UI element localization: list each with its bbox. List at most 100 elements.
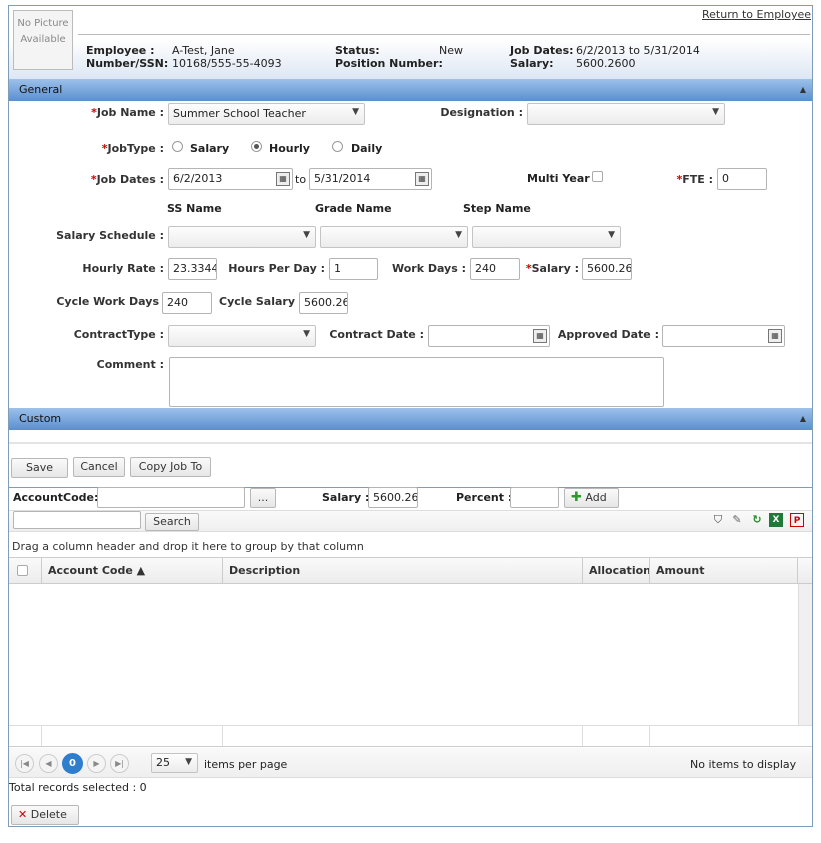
grid-search-input[interactable]	[13, 511, 141, 529]
grid-footer-row	[9, 725, 812, 747]
chevron-down-icon: ▼	[352, 107, 359, 117]
footer-col-divider	[582, 726, 583, 746]
save-button[interactable]: Save	[11, 458, 68, 478]
delete-x-icon: ✕	[18, 808, 28, 821]
fte-label-text: FTE :	[682, 173, 713, 186]
column-account-code[interactable]: Account Code ▲	[41, 558, 222, 583]
cycle-work-days-input[interactable]: 240	[162, 292, 212, 314]
custom-section-body	[9, 430, 812, 444]
multi-year-checkbox[interactable]	[592, 171, 603, 182]
salary-input[interactable]: 5600.26	[582, 258, 632, 280]
current-page-button[interactable]: 0	[62, 753, 83, 774]
cycle-salary-label: Cycle Salary	[219, 295, 295, 308]
start-date-input[interactable]: 6/2/2013 ▦	[168, 168, 293, 190]
previous-page-icon[interactable]: ◀	[39, 754, 58, 773]
jobtype-salary-radio[interactable]	[172, 141, 183, 152]
chevron-down-icon: ▼	[303, 230, 310, 240]
footer-col-divider	[649, 726, 650, 746]
grade-name-select[interactable]: ▼	[320, 226, 468, 248]
chevron-down-icon: ▼	[712, 107, 719, 117]
jobtype-label: *JobType :	[69, 142, 164, 155]
account-code-input[interactable]	[97, 487, 245, 508]
designation-select[interactable]: ▼	[527, 103, 725, 125]
excel-icon[interactable]: X	[769, 513, 783, 527]
items-per-page-label: items per page	[204, 758, 288, 771]
approved-date-input[interactable]: ▦	[662, 325, 785, 347]
contract-date-input[interactable]: ▦	[428, 325, 550, 347]
calendar-icon[interactable]: ▦	[768, 329, 782, 343]
filter-icon[interactable]: ⛉	[711, 513, 725, 527]
refresh-icon[interactable]: ↻	[750, 513, 764, 527]
contract-type-select[interactable]: ▼	[168, 325, 316, 347]
employee-label: Employee :	[86, 44, 155, 57]
general-section-header[interactable]: General ▲	[9, 79, 812, 101]
step-name-header: Step Name	[463, 202, 531, 215]
column-amount[interactable]: Amount	[649, 558, 797, 583]
delete-button[interactable]: ✕ Delete	[11, 805, 79, 825]
job-form-window: No Picture Available Return to Employee …	[8, 5, 813, 827]
first-page-icon[interactable]: |◀	[15, 754, 34, 773]
hours-per-day-input[interactable]: 1	[329, 258, 378, 280]
hourly-rate-input[interactable]: 23.3344	[168, 258, 217, 280]
chevron-down-icon: ▼	[303, 329, 310, 339]
chevron-down-icon: ▼	[185, 757, 192, 767]
step-name-select[interactable]: ▼	[472, 226, 621, 248]
percent-input[interactable]	[510, 487, 559, 508]
column-description[interactable]: Description	[222, 558, 582, 583]
grid-vertical-scrollbar[interactable]	[798, 584, 812, 725]
account-salary-input[interactable]: 5600.26	[368, 487, 418, 508]
jobtype-hourly-label: Hourly	[269, 142, 310, 155]
end-date-value: 5/31/2014	[314, 172, 371, 185]
salary-value: 5600.2600	[576, 57, 636, 70]
plus-icon: ✚	[571, 490, 582, 505]
column-scroll-spacer	[797, 558, 812, 583]
copy-job-to-button[interactable]: Copy Job To	[130, 457, 211, 477]
add-button[interactable]: ✚ Add	[564, 488, 619, 508]
select-all-checkbox[interactable]	[17, 565, 28, 576]
approved-date-label: Approved Date :	[557, 328, 659, 341]
comment-textarea[interactable]	[169, 357, 664, 407]
delete-button-label: Delete	[30, 808, 67, 821]
job-name-select[interactable]: Summer School Teacher ▼	[168, 103, 365, 125]
search-button[interactable]: Search	[145, 513, 199, 531]
page-size-select[interactable]: 25 ▼	[151, 753, 198, 773]
start-date-value: 6/2/2013	[173, 172, 223, 185]
calendar-icon[interactable]: ▦	[415, 172, 429, 186]
collapse-icon[interactable]: ▲	[800, 79, 806, 101]
jobtype-daily-radio[interactable]	[332, 141, 343, 152]
next-page-icon[interactable]: ▶	[87, 754, 106, 773]
wrench-icon[interactable]: ✎	[730, 513, 744, 527]
pdf-icon[interactable]: P	[790, 513, 804, 527]
column-allocation[interactable]: Allocation(	[582, 558, 649, 583]
total-selected-label: Total records selected : 0	[9, 781, 147, 794]
job-dates-label-text: Job Dates :	[96, 173, 164, 186]
job-dates-field-label: *Job Dates :	[69, 173, 164, 186]
cycle-salary-input[interactable]: 5600.26	[299, 292, 348, 314]
chevron-down-icon: ▼	[608, 230, 615, 240]
last-page-icon[interactable]: ▶|	[110, 754, 129, 773]
number-ssn-value: 10168/555-55-4093	[172, 57, 282, 70]
return-to-employee-link[interactable]: Return to Employee	[702, 8, 811, 21]
account-browse-button[interactable]: ...	[250, 488, 276, 508]
work-days-input[interactable]: 240	[470, 258, 520, 280]
collapse-icon[interactable]: ▲	[800, 408, 806, 430]
designation-label: Designation :	[440, 106, 523, 119]
job-name-label-text: Job Name :	[96, 106, 164, 119]
custom-section-header[interactable]: Custom ▲	[9, 408, 812, 430]
fte-input[interactable]: 0	[717, 168, 767, 190]
job-name-value: Summer School Teacher	[173, 107, 306, 120]
fte-label: *FTE :	[673, 173, 713, 186]
add-button-label: Add	[585, 491, 607, 504]
cycle-work-days-label: Cycle Work Days	[56, 295, 159, 308]
calendar-icon[interactable]: ▦	[533, 329, 547, 343]
position-number-label: Position Number:	[335, 57, 443, 70]
calendar-icon[interactable]: ▦	[276, 172, 290, 186]
end-date-input[interactable]: 5/31/2014 ▦	[309, 168, 432, 190]
ss-name-select[interactable]: ▼	[168, 226, 316, 248]
chevron-down-icon: ▼	[455, 230, 462, 240]
status-label: Status:	[335, 44, 380, 57]
cancel-button[interactable]: Cancel	[73, 457, 125, 477]
contract-date-label: Contract Date :	[329, 328, 424, 341]
footer-col-divider	[41, 726, 42, 746]
jobtype-hourly-radio[interactable]	[251, 141, 262, 152]
